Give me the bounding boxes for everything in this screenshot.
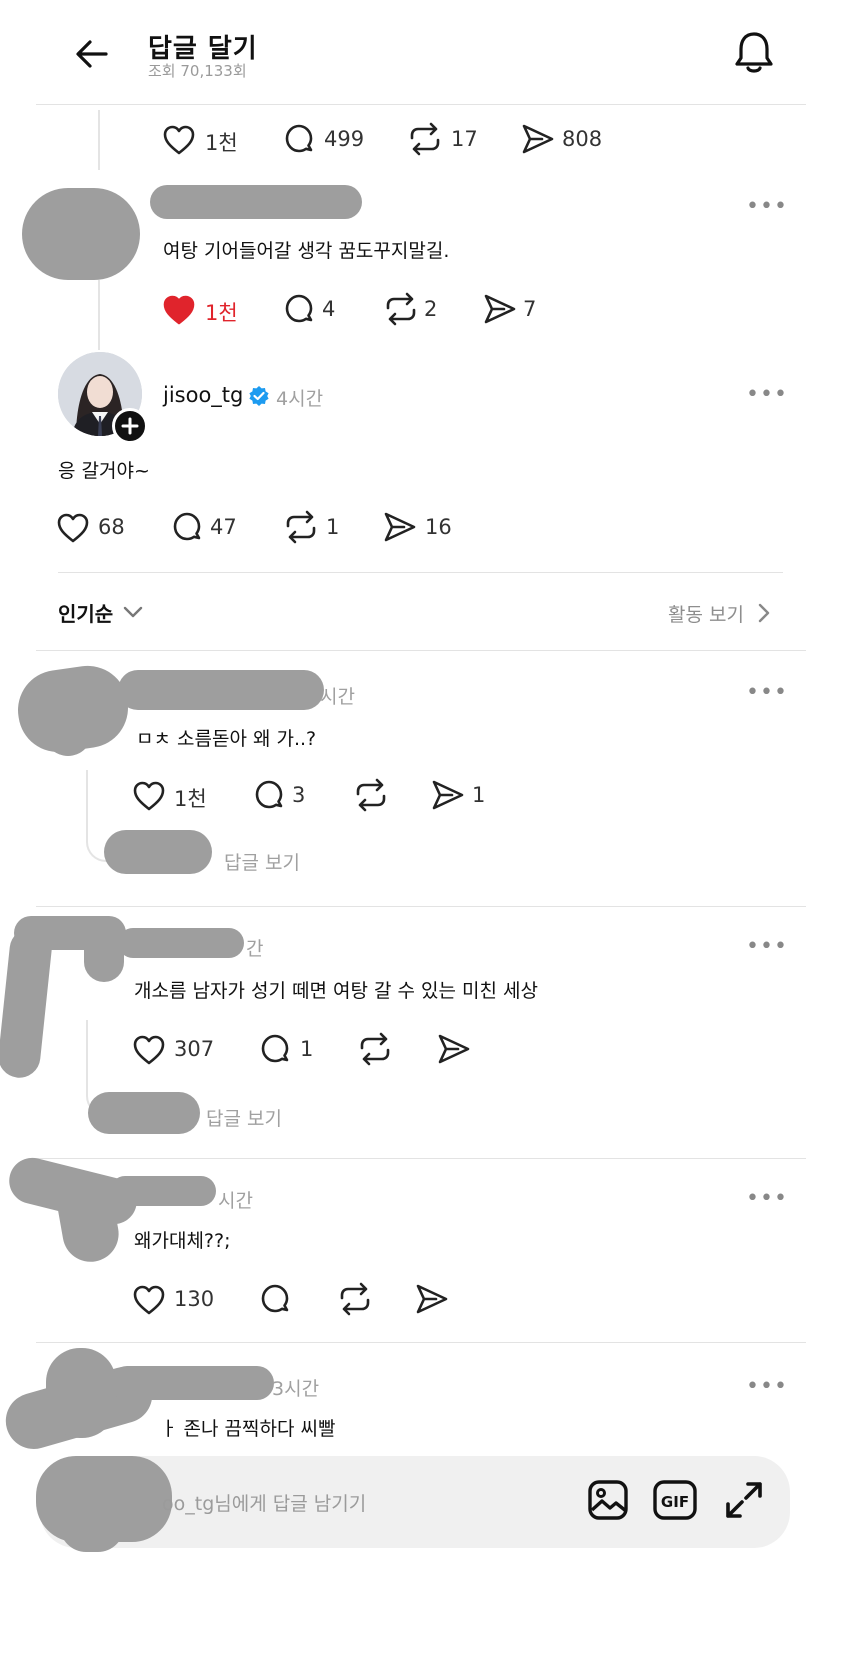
- sort-selector[interactable]: 인기순: [58, 598, 113, 627]
- username[interactable]: jisoo_tg: [163, 383, 243, 407]
- redacted-avatar: [60, 1500, 124, 1552]
- sort-label: 인기순: [58, 602, 114, 626]
- more-icon[interactable]: •••: [746, 680, 788, 705]
- header-divider: [36, 104, 806, 105]
- heart-icon[interactable]: [162, 294, 196, 326]
- share-icon[interactable]: [414, 1282, 450, 1316]
- thread-line: [98, 110, 100, 170]
- repost-count: 1: [326, 515, 340, 539]
- bell-icon[interactable]: [733, 30, 775, 76]
- like-count: 1천: [174, 787, 207, 811]
- post-time: 시간: [218, 1190, 253, 1212]
- thread-line: [98, 280, 100, 350]
- heart-icon[interactable]: [132, 1034, 166, 1066]
- repost-icon[interactable]: [382, 292, 420, 326]
- activity-link[interactable]: 활동 보기: [668, 600, 744, 627]
- verified-badge-icon: [248, 385, 270, 407]
- like-count: 307: [174, 1037, 215, 1061]
- comment-icon[interactable]: [282, 292, 316, 326]
- redacted-username: [150, 185, 362, 219]
- follow-plus-button[interactable]: [112, 408, 148, 444]
- comment-icon[interactable]: [170, 510, 204, 544]
- reply-text: 응 갈거야~: [58, 460, 150, 482]
- repost-count: 2: [424, 297, 438, 321]
- share-icon[interactable]: [482, 292, 518, 326]
- section-divider: [36, 1158, 806, 1159]
- redacted-avatar: [88, 1092, 200, 1134]
- redacted-username: [118, 670, 324, 710]
- share-icon[interactable]: [436, 1032, 472, 1066]
- redacted-avatar: [44, 700, 92, 756]
- like-count: 68: [98, 515, 125, 539]
- view-replies-link[interactable]: 답글 보기: [224, 848, 300, 875]
- reply-text: ㅏ 존나 끔찍하다 씨빨: [160, 1418, 336, 1440]
- redacted-username: [110, 1176, 216, 1206]
- repost-icon[interactable]: [336, 1282, 374, 1316]
- reply-text: 개소름 남자가 성기 떼면 여탕 갈 수 있는 미친 세상: [134, 980, 538, 1002]
- comment-text: 여탕 기어들어갈 생각 꿈도꾸지말길.: [163, 240, 450, 262]
- section-divider: [36, 906, 806, 907]
- share-count: 7: [523, 297, 537, 321]
- comment-count: 3: [292, 783, 306, 807]
- redacted-username: [118, 928, 244, 958]
- repost-icon[interactable]: [282, 510, 320, 544]
- reply-text: ㅁㅊ 소름돋아 왜 가..?: [136, 728, 317, 750]
- share-count: 808: [562, 127, 603, 151]
- share-icon[interactable]: [520, 122, 556, 156]
- comment-icon[interactable]: [252, 778, 286, 812]
- redacted-avatar: [22, 188, 140, 280]
- gif-icon[interactable]: GIF: [652, 1478, 698, 1522]
- like-count: 130: [174, 1287, 215, 1311]
- comment-count: 47: [210, 515, 237, 539]
- image-icon[interactable]: [586, 1478, 630, 1522]
- repost-count: 17: [451, 127, 478, 151]
- redacted-avatar: [46, 1348, 116, 1438]
- repost-icon[interactable]: [406, 122, 444, 156]
- like-count: 1천: [205, 131, 238, 155]
- expand-icon[interactable]: [722, 1478, 766, 1522]
- redacted-avatar: [104, 830, 212, 874]
- comment-count: 1: [300, 1037, 314, 1061]
- post-time: 4시간: [276, 388, 324, 410]
- comment-icon[interactable]: [258, 1282, 292, 1316]
- more-icon[interactable]: •••: [746, 382, 788, 407]
- chevron-down-icon[interactable]: [122, 604, 144, 620]
- heart-icon[interactable]: [132, 780, 166, 812]
- back-arrow-icon[interactable]: [74, 36, 110, 72]
- like-count: 1천: [205, 301, 238, 325]
- share-icon[interactable]: [430, 778, 466, 812]
- heart-icon[interactable]: [132, 1284, 166, 1316]
- comment-count: 499: [324, 127, 365, 151]
- reply-text: 왜가대체??;: [134, 1230, 231, 1252]
- share-count: 1: [472, 783, 486, 807]
- comment-icon[interactable]: [258, 1032, 292, 1066]
- comment-count: 4: [322, 297, 336, 321]
- view-replies-link[interactable]: 답글 보기: [206, 1104, 282, 1131]
- redacted-username: [110, 1366, 274, 1400]
- comment-icon[interactable]: [282, 122, 316, 156]
- repost-icon[interactable]: [352, 778, 390, 812]
- more-icon[interactable]: •••: [746, 934, 788, 959]
- reply-input-placeholder[interactable]: oo_tg님에게 답글 남기기: [162, 1489, 366, 1516]
- heart-icon[interactable]: [56, 512, 90, 544]
- share-count: 16: [425, 515, 452, 539]
- svg-text:GIF: GIF: [661, 1493, 689, 1511]
- post-time: 3시간: [272, 1378, 320, 1400]
- more-icon[interactable]: •••: [746, 1374, 788, 1399]
- view-count: 조회 70,133회: [148, 62, 247, 80]
- post-time: 시간: [320, 686, 355, 708]
- post-time: 간: [246, 938, 264, 960]
- section-divider: [58, 572, 783, 573]
- more-icon[interactable]: •••: [746, 1186, 788, 1211]
- share-icon[interactable]: [382, 510, 418, 544]
- section-divider: [36, 650, 806, 651]
- repost-icon[interactable]: [356, 1032, 394, 1066]
- heart-icon[interactable]: [162, 124, 196, 156]
- more-icon[interactable]: •••: [746, 194, 788, 219]
- section-divider: [36, 1342, 806, 1343]
- chevron-right-icon[interactable]: [756, 602, 772, 624]
